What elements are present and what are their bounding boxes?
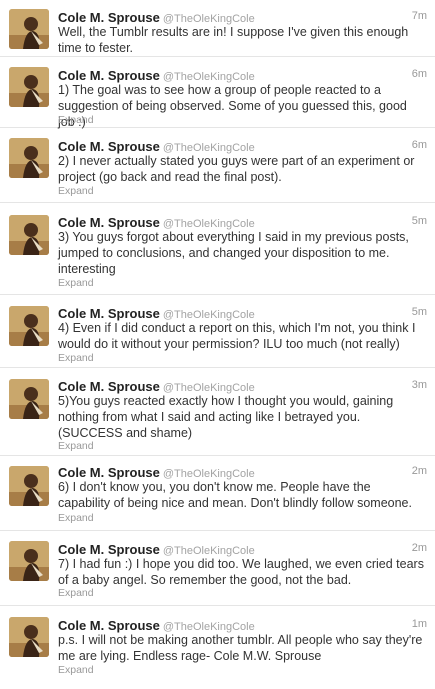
tweet-text: 7) I had fun :) I hope you did too. We l… — [58, 557, 424, 587]
tweet-item[interactable]: Cole M. Sprouse @TheOleKingCole 2m 6) I d… — [0, 456, 435, 531]
expand-link[interactable]: Expand — [58, 440, 94, 452]
timestamp[interactable]: 2m — [412, 542, 427, 554]
expand-link[interactable]: Expand — [58, 664, 94, 676]
avatar[interactable] — [9, 379, 49, 419]
author-name[interactable]: Cole M. Sprouse — [58, 379, 160, 394]
timestamp[interactable]: 1m — [412, 618, 427, 630]
author-name[interactable]: Cole M. Sprouse — [58, 139, 160, 154]
tweet-text: 6) I don't know you, you don't know me. … — [58, 480, 412, 510]
author-name[interactable]: Cole M. Sprouse — [58, 618, 160, 633]
expand-link[interactable]: Expand — [58, 512, 94, 524]
tweet-item[interactable]: Cole M. Sprouse @TheOleKingCole 6m 1) The… — [0, 57, 435, 129]
avatar[interactable] — [9, 9, 49, 49]
tweet-item[interactable]: Cole M. Sprouse @TheOleKingCole 3m 5)You … — [0, 368, 435, 456]
tweet-item[interactable]: Cole M. Sprouse @TheOleKingCole 7m Well, … — [0, 0, 435, 57]
avatar[interactable] — [9, 215, 49, 255]
avatar[interactable] — [9, 541, 49, 581]
expand-link[interactable]: Expand — [58, 277, 94, 289]
tweet-item[interactable]: Cole M. Sprouse @TheOleKingCole 6m 2) I n… — [0, 128, 435, 203]
tweet-text: Well, the Tumblr results are in! I suppo… — [58, 25, 409, 55]
tweet-item[interactable]: Cole M. Sprouse @TheOleKingCole 5m 4) Eve… — [0, 295, 435, 368]
author-name[interactable]: Cole M. Sprouse — [58, 10, 160, 25]
tweet-text: 3) You guys forgot about everything I sa… — [58, 230, 409, 276]
tweet-timeline: Cole M. Sprouse @TheOleKingCole 7m Well, … — [0, 0, 435, 689]
tweet-item[interactable]: Cole M. Sprouse @TheOleKingCole 2m 7) I h… — [0, 531, 435, 606]
expand-link[interactable]: Expand — [58, 185, 94, 197]
avatar[interactable] — [9, 617, 49, 657]
author-name[interactable]: Cole M. Sprouse — [58, 68, 160, 83]
timestamp[interactable]: 5m — [412, 215, 427, 227]
timestamp[interactable]: 2m — [412, 465, 427, 477]
tweet-text: 1) The goal was to see how a group of pe… — [58, 83, 407, 129]
author-name[interactable]: Cole M. Sprouse — [58, 215, 160, 230]
tweet-text: p.s. I will not be making another tumblr… — [58, 633, 423, 663]
expand-link[interactable]: Expand — [58, 587, 94, 599]
expand-link[interactable]: Expand — [58, 114, 94, 126]
timestamp[interactable]: 6m — [412, 139, 427, 151]
timestamp[interactable]: 7m — [412, 10, 427, 22]
timestamp[interactable]: 6m — [412, 68, 427, 80]
timestamp[interactable]: 5m — [412, 306, 427, 318]
timestamp[interactable]: 3m — [412, 379, 427, 391]
author-name[interactable]: Cole M. Sprouse — [58, 465, 160, 480]
tweet-text: 2) I never actually stated you guys were… — [58, 154, 415, 184]
expand-link[interactable]: Expand — [58, 352, 94, 364]
tweet-text: 5)You guys reacted exactly how I thought… — [58, 394, 394, 440]
author-name[interactable]: Cole M. Sprouse — [58, 542, 160, 557]
tweet-text: 4) Even if I did conduct a report on thi… — [58, 321, 416, 351]
avatar[interactable] — [9, 67, 49, 107]
avatar[interactable] — [9, 138, 49, 178]
avatar[interactable] — [9, 466, 49, 506]
avatar[interactable] — [9, 306, 49, 346]
tweet-item[interactable]: Cole M. Sprouse @TheOleKingCole 5m 3) You… — [0, 203, 435, 295]
tweet-item[interactable]: Cole M. Sprouse @TheOleKingCole 1m p.s. I… — [0, 606, 435, 689]
author-name[interactable]: Cole M. Sprouse — [58, 306, 160, 321]
